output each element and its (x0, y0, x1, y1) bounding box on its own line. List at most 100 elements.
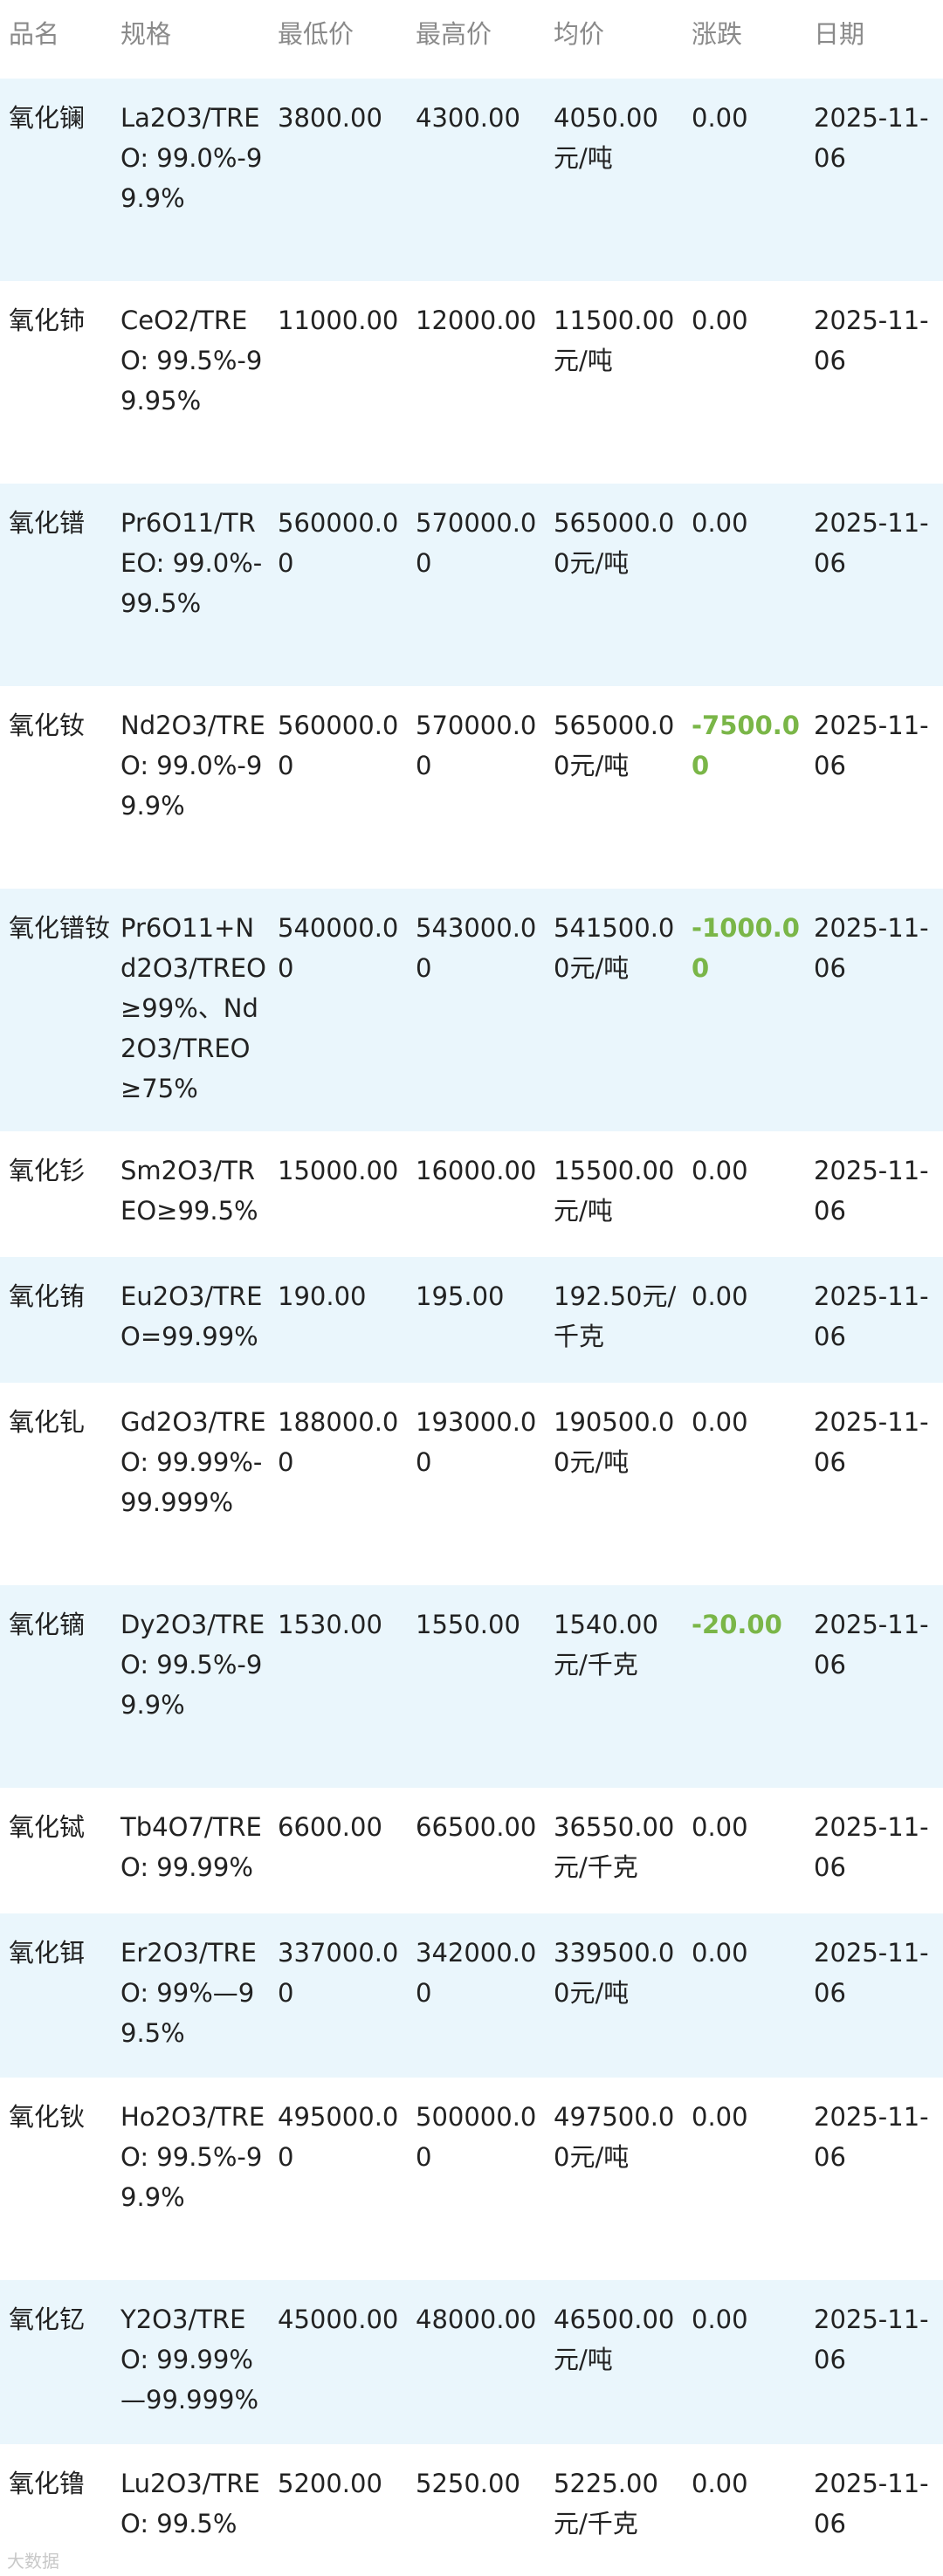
table-body: 氧化镧 La2O3/TREO: 99.0%-99.9% 3800.00 4300.00… (0, 79, 943, 2570)
cell-max-price: 570000.00 (416, 711, 537, 780)
cell-avg-price: 497500.00元/吨 (554, 2102, 675, 2172)
header-min-price[interactable]: 最低价 (269, 0, 407, 79)
cell-change: -20.00 (692, 1610, 782, 1639)
cell-spec: Sm2O3/TREO≥99.5% (120, 1156, 258, 1226)
cell-change: 0.00 (692, 2469, 748, 2498)
header-max-price[interactable]: 最高价 (407, 0, 545, 79)
table-row[interactable]: 氧化镨钕 Pr6O11+Nd2O3/TREO≥99%、Nd2O3/TREO≥75%… (0, 889, 943, 1131)
cell-change: 0.00 (692, 1812, 748, 1842)
header-change[interactable]: 涨跌 (683, 0, 805, 79)
table-row[interactable]: 氧化镥 Lu2O3/TREO: 99.5% 5200.00 5250.00 5225.0… (0, 2444, 943, 2570)
cell-name: 氧化钆 (9, 1407, 86, 1437)
cell-date: 2025-11-06 (814, 1281, 929, 1351)
cell-max-price: 543000.00 (416, 913, 537, 983)
table-row[interactable]: 氧化镝 Dy2O3/TREO: 99.5%-99.9% 1530.00 1550.00… (0, 1585, 943, 1788)
cell-date: 2025-11-06 (814, 1156, 929, 1226)
cell-avg-price: 11500.00元/吨 (554, 306, 675, 375)
cell-change: 0.00 (692, 1281, 748, 1311)
table-row[interactable]: 氧化铕 Eu2O3/TREO=99.99% 190.00 195.00 192.50元/… (0, 1257, 943, 1383)
cell-spec: Y2O3/TREO: 99.99%—99.999% (120, 2305, 259, 2415)
header-avg-price[interactable]: 均价 (545, 0, 683, 79)
cell-min-price: 11000.00 (278, 306, 399, 335)
table-row[interactable]: 氧化镨 Pr6O11/TREO: 99.0%-99.5% 560000.00 5700… (0, 484, 943, 686)
cell-max-price: 193000.00 (416, 1407, 537, 1477)
cell-spec: Er2O3/TREO: 99%—99.5% (120, 1938, 257, 2048)
cell-date: 2025-11-06 (814, 1812, 929, 1882)
header-spec[interactable]: 规格 (112, 0, 269, 79)
cell-name: 氧化钕 (9, 711, 86, 740)
cell-name: 氧化钬 (9, 2102, 86, 2132)
table-row[interactable]: 氧化钆 Gd2O3/TREO: 99.99%-99.999% 188000.00 19… (0, 1383, 943, 1585)
cell-change: -1000.00 (692, 913, 800, 983)
cell-date: 2025-11-06 (814, 508, 929, 578)
header-date[interactable]: 日期 (805, 0, 943, 79)
table-row[interactable]: 氧化铈 CeO2/TREO: 99.5%-99.95% 11000.00 12000.… (0, 281, 943, 484)
cell-change: 0.00 (692, 103, 748, 133)
cell-min-price: 560000.00 (278, 508, 399, 578)
table-row[interactable]: 氧化钇 Y2O3/TREO: 99.99%—99.999% 45000.00 4800… (0, 2280, 943, 2444)
cell-min-price: 540000.00 (278, 913, 399, 983)
cell-name: 氧化钇 (9, 2305, 86, 2334)
cell-date: 2025-11-06 (814, 2305, 929, 2374)
cell-min-price: 560000.00 (278, 711, 399, 780)
cell-change: 0.00 (692, 306, 748, 335)
cell-min-price: 495000.00 (278, 2102, 399, 2172)
table-row[interactable]: 氧化镧 La2O3/TREO: 99.0%-99.9% 3800.00 4300.00… (0, 79, 943, 281)
cell-avg-price: 192.50元/千克 (554, 1281, 677, 1351)
table-row[interactable]: 氧化铽 Tb4O7/TREO: 99.99% 6600.00 66500.00 3655… (0, 1788, 943, 1913)
cell-min-price: 6600.00 (278, 1812, 382, 1842)
cell-change: 0.00 (692, 1938, 748, 1968)
cell-name: 氧化铒 (9, 1938, 86, 1968)
cell-name: 氧化镧 (9, 103, 86, 133)
cell-spec: Dy2O3/TREO: 99.5%-99.9% (120, 1610, 265, 1720)
table-row[interactable]: 氧化钐 Sm2O3/TREO≥99.5% 15000.00 16000.00 15500… (0, 1131, 943, 1257)
cell-spec: Pr6O11+Nd2O3/TREO≥99%、Nd2O3/TREO≥75% (120, 913, 266, 1103)
cell-max-price: 5250.00 (416, 2469, 520, 2498)
cell-max-price: 570000.00 (416, 508, 537, 578)
table-row[interactable]: 氧化钕 Nd2O3/TREO: 99.0%-99.9% 560000.00 57000… (0, 686, 943, 889)
cell-spec: La2O3/TREO: 99.0%-99.9% (120, 103, 263, 213)
cell-min-price: 337000.00 (278, 1938, 399, 2008)
cell-date: 2025-11-06 (814, 2102, 929, 2172)
cell-min-price: 5200.00 (278, 2469, 382, 2498)
cell-change: -7500.00 (692, 711, 800, 780)
cell-spec: Ho2O3/TREO: 99.5%-99.9% (120, 2102, 265, 2212)
table-row[interactable]: 氧化铒 Er2O3/TREO: 99%—99.5% 337000.00 342000.… (0, 1913, 943, 2078)
cell-max-price: 16000.00 (416, 1156, 537, 1185)
cell-avg-price: 339500.00元/吨 (554, 1938, 675, 2008)
cell-avg-price: 1540.00元/千克 (554, 1610, 658, 1680)
cell-name: 氧化钐 (9, 1156, 86, 1185)
cell-avg-price: 15500.00元/吨 (554, 1156, 675, 1226)
cell-change: 0.00 (692, 1156, 748, 1185)
cell-min-price: 3800.00 (278, 103, 382, 133)
cell-change: 0.00 (692, 2305, 748, 2334)
cell-spec: Gd2O3/TREO: 99.99%-99.999% (120, 1407, 266, 1517)
cell-name: 氧化镝 (9, 1610, 86, 1639)
watermark: 大数据 (7, 2551, 59, 2572)
cell-name: 氧化镨钕 (9, 913, 111, 943)
cell-date: 2025-11-06 (814, 711, 929, 780)
header-name[interactable]: 品名 (0, 0, 112, 79)
cell-min-price: 15000.00 (278, 1156, 399, 1185)
cell-spec: CeO2/TREO: 99.5%-99.95% (120, 306, 263, 416)
cell-avg-price: 46500.00元/吨 (554, 2305, 675, 2374)
cell-avg-price: 4050.00元/吨 (554, 103, 658, 173)
cell-min-price: 1530.00 (278, 1610, 382, 1639)
table-row[interactable]: 氧化钬 Ho2O3/TREO: 99.5%-99.9% 495000.00 50000… (0, 2078, 943, 2280)
cell-spec: Nd2O3/TREO: 99.0%-99.9% (120, 711, 265, 821)
cell-avg-price: 565000.00元/吨 (554, 711, 675, 780)
cell-date: 2025-11-06 (814, 1610, 929, 1680)
cell-spec: Tb4O7/TREO: 99.99% (120, 1812, 262, 1882)
cell-name: 氧化铕 (9, 1281, 86, 1311)
cell-max-price: 195.00 (416, 1281, 505, 1311)
cell-max-price: 48000.00 (416, 2305, 537, 2334)
cell-change: 0.00 (692, 1407, 748, 1437)
cell-name: 氧化镨 (9, 508, 86, 538)
cell-avg-price: 5225.00元/千克 (554, 2469, 658, 2538)
cell-max-price: 4300.00 (416, 103, 520, 133)
cell-max-price: 1550.00 (416, 1610, 520, 1639)
cell-name: 氧化铽 (9, 1812, 86, 1842)
cell-max-price: 500000.00 (416, 2102, 537, 2172)
cell-spec: Lu2O3/TREO: 99.5% (120, 2469, 260, 2538)
cell-date: 2025-11-06 (814, 1407, 929, 1477)
